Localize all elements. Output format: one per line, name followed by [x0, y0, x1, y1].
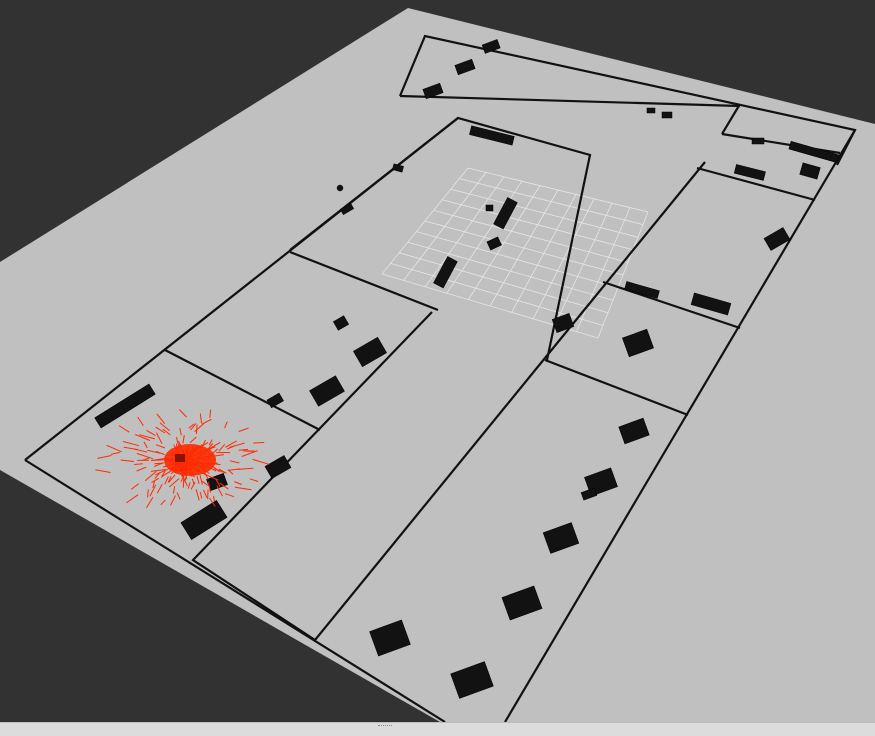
obstacle [647, 108, 655, 113]
obstacle [486, 205, 493, 211]
splitter-handle[interactable] [378, 725, 392, 728]
obstacle [337, 185, 343, 191]
obstacle [752, 138, 764, 144]
3d-map-viewport[interactable] [0, 0, 875, 722]
robot-marker [175, 454, 185, 462]
particle [196, 425, 197, 434]
particle [253, 443, 264, 444]
obstacle [662, 112, 672, 118]
particle-cloud-core [164, 444, 216, 476]
map-canvas[interactable] [0, 0, 875, 722]
particle [148, 489, 149, 497]
status-bar [0, 722, 875, 736]
